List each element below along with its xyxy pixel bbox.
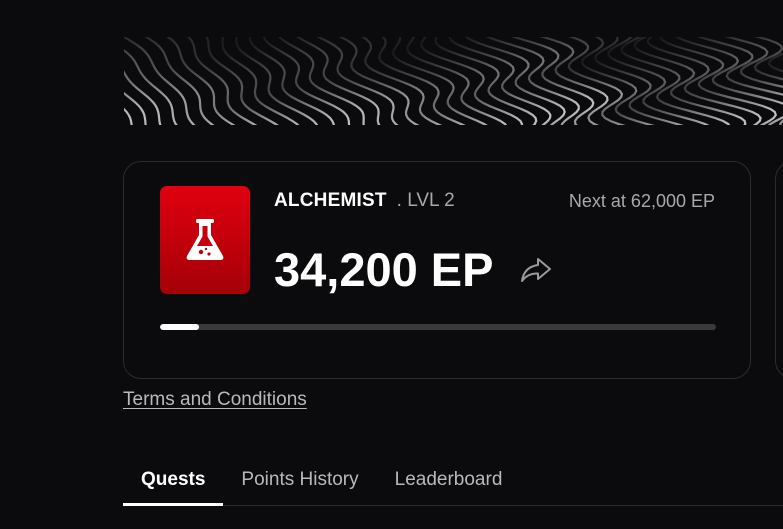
tab-quests[interactable]: Quests	[123, 455, 224, 506]
tier-title-row: ALCHEMIST . LVL 2	[274, 190, 455, 212]
tier-level: . LVL 2	[396, 190, 455, 211]
points-balance: 34,200 EP	[274, 243, 494, 296]
next-card-peek[interactable]	[775, 161, 783, 379]
tier-card: ALCHEMIST . LVL 2 Next at 62,000 EP 34,2…	[123, 161, 751, 379]
share-button[interactable]	[518, 252, 554, 288]
flask-icon	[186, 219, 224, 260]
wavy-contour-pattern-icon	[124, 37, 783, 125]
tab-label: Points History	[241, 469, 359, 490]
next-level-threshold: Next at 62,000 EP	[568, 191, 715, 211]
rewards-page: ALCHEMIST . LVL 2 Next at 62,000 EP 34,2…	[0, 0, 783, 529]
level-progress-fill	[160, 324, 199, 330]
tier-badge	[160, 186, 250, 294]
terms-and-conditions-link[interactable]: Terms and Conditions	[123, 389, 307, 411]
tab-label: Quests	[141, 469, 206, 490]
share-icon	[520, 258, 551, 282]
points-row: 34,200 EP	[274, 242, 554, 298]
level-progress-bar	[160, 324, 716, 330]
tab-bar: Quests Points History Leaderboard	[123, 455, 783, 506]
tab-leaderboard[interactable]: Leaderboard	[377, 455, 521, 505]
tier-name: ALCHEMIST	[274, 190, 387, 211]
banner-pattern	[124, 37, 783, 125]
tab-label: Leaderboard	[394, 469, 503, 490]
tab-points-history[interactable]: Points History	[223, 455, 376, 505]
